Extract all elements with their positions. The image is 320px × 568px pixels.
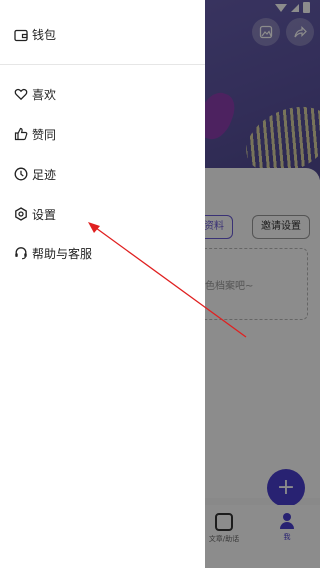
drawer-item-help[interactable]: 帮助与客服: [14, 243, 92, 263]
drawer-item-wallet[interactable]: 钱包: [14, 26, 56, 43]
drawer-item-approvals[interactable]: 赞同: [14, 124, 56, 144]
drawer-item-history[interactable]: 足迹: [14, 164, 56, 184]
drawer-item-settings[interactable]: 设置: [14, 204, 56, 224]
drawer-item-label: 钱包: [32, 28, 57, 42]
side-drawer: 钱包 喜欢 赞同 足迹 设置 帮助与客服: [0, 0, 205, 568]
drawer-divider: [0, 64, 205, 65]
gear-icon: [14, 207, 28, 221]
wallet-icon: [14, 28, 28, 42]
heart-icon: [14, 87, 28, 101]
drawer-item-label: 赞同: [32, 127, 57, 142]
drawer-item-label: 设置: [32, 207, 57, 222]
drawer-item-likes[interactable]: 喜欢: [14, 84, 56, 104]
drawer-item-label: 帮助与客服: [32, 246, 93, 261]
drawer-item-label: 足迹: [32, 167, 57, 182]
headset-icon: [14, 246, 28, 260]
clock-icon: [14, 167, 28, 181]
thumbs-up-icon: [14, 127, 28, 141]
drawer-item-label: 喜欢: [32, 87, 57, 102]
